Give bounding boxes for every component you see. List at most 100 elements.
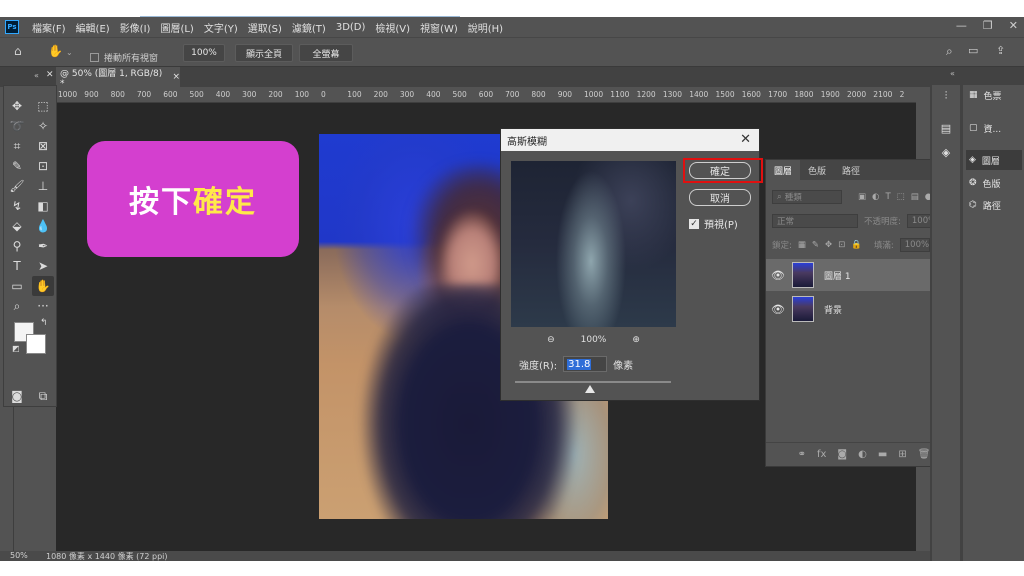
- workspace-icon[interactable]: ▭: [968, 44, 978, 62]
- document-tab[interactable]: @ 50% (圖層 1, RGB/8) * ×: [56, 67, 180, 89]
- close-icon[interactable]: ✕: [1009, 19, 1018, 32]
- menu-edit[interactable]: 編輯(E): [71, 20, 115, 35]
- background-color-swatch[interactable]: [26, 334, 46, 354]
- lasso-tool-icon[interactable]: ➰: [6, 116, 28, 136]
- dodge-tool-icon[interactable]: ⚲: [6, 236, 28, 256]
- link-layers-icon[interactable]: ⚭: [798, 449, 806, 460]
- dialog-title-bar[interactable]: 高斯模糊 ✕: [501, 129, 759, 151]
- ps-logo[interactable]: Ps: [5, 20, 19, 34]
- move-tool-icon[interactable]: ✥: [6, 96, 28, 116]
- path-selection-tool-icon[interactable]: ➤: [32, 256, 54, 276]
- scroll-all-windows[interactable]: 捲動所有視窗: [90, 48, 158, 66]
- dock-swatches[interactable]: ▦ 色票: [966, 85, 1022, 105]
- menu-3d[interactable]: 3D(D): [331, 22, 371, 33]
- visibility-eye-icon[interactable]: 👁: [766, 269, 790, 282]
- dialog-close-icon[interactable]: ✕: [740, 132, 751, 147]
- default-colors-icon[interactable]: ◩: [12, 344, 20, 353]
- lock-image-icon[interactable]: ✎: [812, 240, 819, 250]
- lock-position-icon[interactable]: ✥: [825, 240, 832, 250]
- lock-all-icon[interactable]: 🔒: [851, 240, 862, 250]
- menu-layer[interactable]: 圖層(L): [155, 20, 198, 35]
- filter-adjustment-icon[interactable]: ◐: [872, 192, 879, 202]
- stamp-tool-icon[interactable]: ⊥: [32, 176, 54, 196]
- zoom-tool-icon[interactable]: ⌕: [6, 296, 28, 316]
- lock-artboard-icon[interactable]: ⊡: [838, 240, 845, 250]
- tab-close-icon[interactable]: ✕: [46, 70, 54, 80]
- filter-shape-icon[interactable]: ⬚: [897, 192, 905, 202]
- preview-checkbox-row[interactable]: ✓ 預視(P): [689, 216, 738, 231]
- dock-layers[interactable]: ◈ 圖層: [966, 150, 1022, 170]
- pen-tool-icon[interactable]: ✒: [32, 236, 54, 256]
- radius-slider-thumb[interactable]: [585, 385, 595, 393]
- hand-tool-preset-icon[interactable]: ✋: [48, 44, 63, 62]
- chevron-down-icon[interactable]: ⌄: [66, 48, 73, 66]
- eraser-tool-icon[interactable]: ◧: [32, 196, 54, 216]
- crop-tool-icon[interactable]: ⌗: [6, 136, 28, 156]
- fx-icon[interactable]: fx: [817, 449, 826, 460]
- restore-icon[interactable]: ❐: [983, 19, 993, 32]
- zoom-in-icon[interactable]: ⊕: [632, 335, 640, 345]
- rectangle-tool-icon[interactable]: ▭: [6, 276, 28, 296]
- filter-pixel-icon[interactable]: ▣: [858, 192, 866, 202]
- marquee-tool-icon[interactable]: ⬚: [32, 96, 54, 116]
- menu-view[interactable]: 檢視(V): [370, 20, 415, 35]
- add-mask-icon[interactable]: ◙: [837, 449, 847, 460]
- lock-transparent-icon[interactable]: ▦: [798, 240, 806, 250]
- menu-filter[interactable]: 濾鏡(T): [287, 20, 331, 35]
- adjustment-layer-icon[interactable]: ◐: [858, 449, 867, 460]
- delete-layer-icon[interactable]: 🗑: [918, 449, 931, 460]
- properties-icon[interactable]: ⫶: [937, 87, 955, 105]
- menu-select[interactable]: 選取(S): [243, 20, 287, 35]
- dock-channels[interactable]: ❂ 色版: [966, 173, 1022, 193]
- fit-screen-button[interactable]: 顯示全頁: [235, 44, 293, 62]
- zoom-out-icon[interactable]: ⊖: [547, 335, 555, 345]
- info-panel-icon[interactable]: ▤: [937, 119, 955, 137]
- fill-input[interactable]: 100%: [899, 238, 930, 252]
- hand-tool-icon[interactable]: ✋: [32, 276, 54, 296]
- history-brush-tool-icon[interactable]: ↯: [6, 196, 28, 216]
- menu-image[interactable]: 影像(I): [115, 20, 156, 35]
- layer-filter-select[interactable]: ⌕ 種類: [772, 190, 842, 204]
- cancel-button[interactable]: 取消: [689, 189, 751, 206]
- tab-channels[interactable]: 色版: [800, 160, 834, 180]
- brush-tool-icon[interactable]: 🖌: [6, 176, 28, 196]
- menu-help[interactable]: 說明(H): [463, 20, 508, 35]
- visibility-eye-icon[interactable]: 👁: [766, 303, 790, 316]
- document-tab-close-icon[interactable]: ×: [172, 72, 180, 82]
- search-icon[interactable]: ⌕: [946, 44, 953, 62]
- magic-wand-tool-icon[interactable]: ✧: [32, 116, 54, 136]
- scroll-all-checkbox[interactable]: [90, 52, 99, 62]
- screen-mode-icon[interactable]: ⧉: [32, 386, 54, 406]
- collapse-icon[interactable]: «: [34, 71, 39, 80]
- new-layer-icon[interactable]: ⊞: [898, 449, 906, 460]
- new-group-icon[interactable]: ▬: [878, 449, 887, 460]
- dialog-preview-image[interactable]: [511, 161, 676, 327]
- zoom-100-button[interactable]: 100%: [183, 44, 225, 62]
- more-tools-icon[interactable]: ···: [32, 296, 54, 316]
- eyedropper-tool-icon[interactable]: ✎: [6, 156, 28, 176]
- blend-mode-select[interactable]: 正常: [772, 214, 858, 228]
- tab-layers[interactable]: 圖層: [766, 160, 801, 180]
- type-tool-icon[interactable]: T: [6, 256, 28, 276]
- blur-tool-icon[interactable]: 💧: [32, 216, 54, 236]
- fill-screen-button[interactable]: 全螢幕: [299, 44, 353, 62]
- home-icon[interactable]: ⌂: [14, 44, 22, 62]
- healing-brush-tool-icon[interactable]: ⊡: [32, 156, 54, 176]
- minimize-icon[interactable]: —: [956, 19, 967, 32]
- filter-smart-icon[interactable]: ▤: [911, 192, 919, 202]
- paint-bucket-tool-icon[interactable]: ⬙: [6, 216, 28, 236]
- swap-colors-icon[interactable]: ↰: [40, 318, 48, 328]
- radius-slider[interactable]: [515, 381, 671, 383]
- frame-tool-icon[interactable]: ⊠: [32, 136, 54, 156]
- filter-type-icon[interactable]: T: [885, 192, 890, 202]
- tab-paths[interactable]: 路徑: [834, 160, 868, 180]
- quick-mask-icon[interactable]: ◙: [6, 386, 28, 406]
- menu-type[interactable]: 文字(Y): [199, 20, 243, 35]
- dock-panel-icon[interactable]: ◈: [937, 143, 955, 161]
- menu-file[interactable]: 檔案(F): [27, 20, 71, 35]
- menu-window[interactable]: 視窗(W): [415, 20, 463, 35]
- radius-input[interactable]: 31.8: [563, 356, 608, 372]
- dock-paths[interactable]: ⌬ 路徑: [966, 195, 1022, 215]
- dock-collapse-icon[interactable]: «: [950, 69, 955, 78]
- dock-info[interactable]: ▢ 資...: [966, 118, 1022, 138]
